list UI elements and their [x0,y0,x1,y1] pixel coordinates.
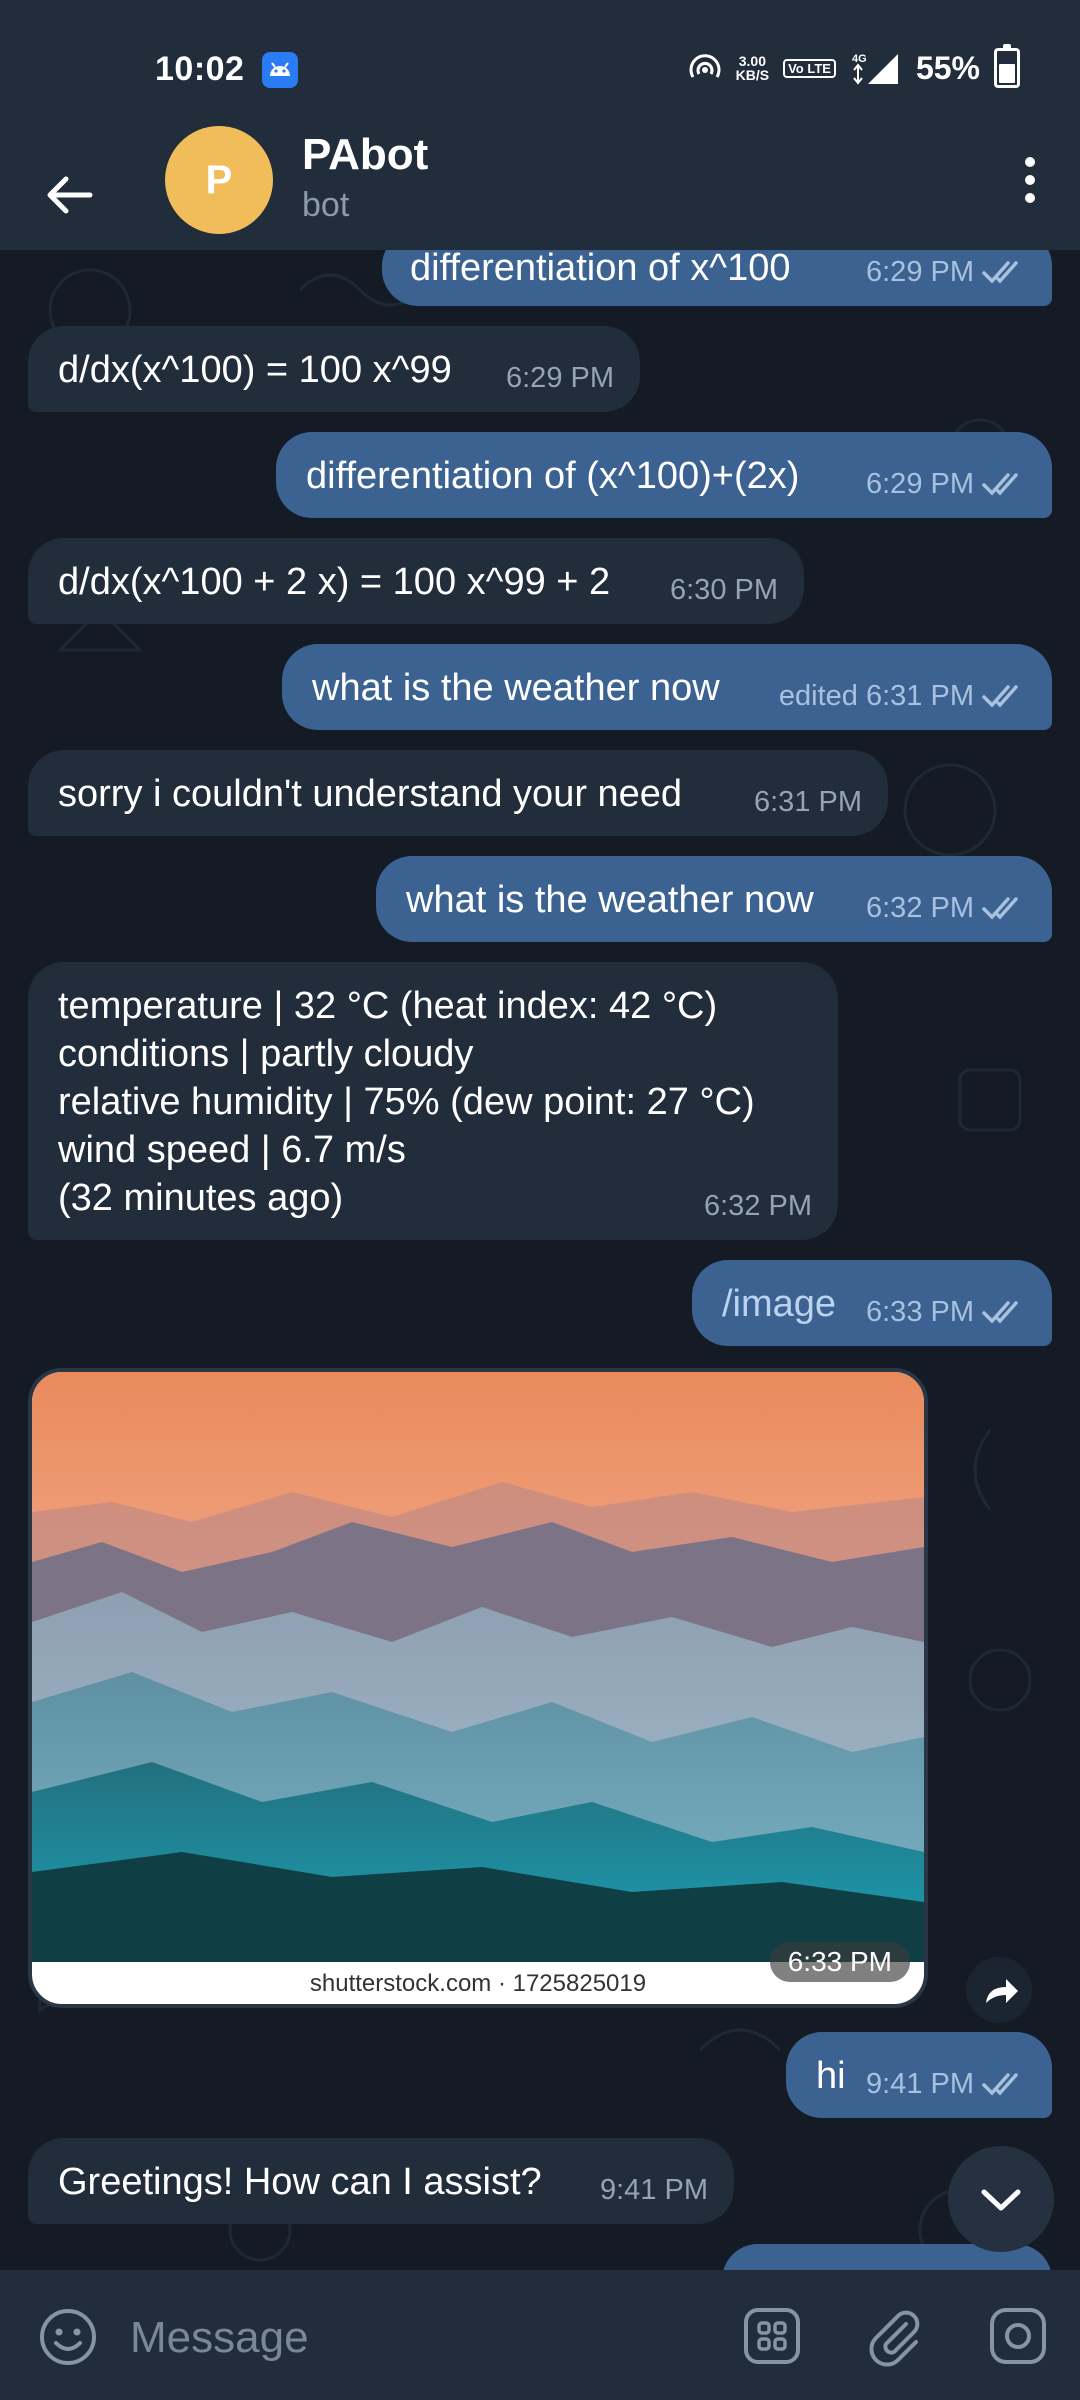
network-speed: 3.00 KB/S [735,53,770,83]
message-outgoing[interactable]: what is the weather now edited 6:31 PM [282,644,1052,730]
back-arrow-icon[interactable] [40,165,100,225]
image-message[interactable]: shutterstock.com · 1725825019 6:33 PM [28,1368,928,2008]
message-meta: 6:29 PM [866,460,1026,508]
emoji-icon[interactable] [36,2305,100,2369]
chevron-down-icon [981,2189,1021,2211]
volte-badge: Vo LTE [783,58,836,78]
hotspot-icon [689,54,721,78]
message-composer [0,2270,1080,2400]
message-outgoing[interactable]: /image 6:33 PM [692,1260,1052,1346]
bot-commands-icon[interactable] [740,2304,804,2368]
weather-message[interactable]: temperature | 32 °C (heat index: 42 °C) … [28,962,838,1240]
share-button[interactable] [966,1957,1032,2023]
chat-title[interactable]: PAbot [302,130,428,180]
message-incoming[interactable]: Greetings! How can I assist? 9:41 PM [28,2138,734,2224]
message-meta: 6:29 PM [866,250,1026,296]
share-arrow-icon [986,1979,1018,2003]
double-check-icon [982,1301,1018,1324]
message-meta: 6:33 PM [866,1288,1026,1336]
chat-subtitle: bot [302,186,350,224]
message-list: differentiation of x^100 6:29 PM d/dx(x^… [0,250,1080,2270]
message-incoming[interactable]: d/dx(x^100) = 100 x^99 6:29 PM [28,326,640,412]
message-incoming[interactable]: sorry i couldn't understand your need 6:… [28,750,888,836]
message-time: 6:29 PM [506,362,614,394]
message-time: 9:41 PM [600,2174,708,2206]
message-meta: edited 6:31 PM [779,672,1026,720]
message-meta: 6:32 PM [866,884,1026,932]
avatar[interactable]: P [165,126,273,234]
message-input[interactable] [128,2302,692,2374]
message-outgoing[interactable]: differentiation of (x^100)+(2x) 6:29 PM [276,432,1052,518]
double-check-icon [982,473,1018,496]
double-check-icon [982,897,1018,920]
double-check-icon [982,685,1018,708]
image-time: 6:33 PM [769,1942,910,1982]
svg-text:4G: 4G [852,53,867,65]
message-outgoing[interactable]: hi 9:41 PM [786,2032,1052,2118]
message-meta: 9:41 PM [866,2060,1026,2108]
android-notification-icon [262,52,298,88]
status-indicators: 3.00 KB/S Vo LTE 4G 55% [688,44,1020,88]
double-check-icon [982,261,1018,284]
landscape-photo [32,1372,924,1962]
message-outgoing[interactable]: differentiation of x^100 6:29 PM [382,250,1052,306]
scroll-to-bottom-button[interactable] [948,2146,1054,2252]
paperclip-icon[interactable] [862,2304,926,2368]
more-options-icon[interactable] [1010,150,1050,210]
signal-icon: 4G [852,53,898,85]
message-time: 6:31 PM [754,786,862,818]
battery-icon [994,44,1020,88]
message-incoming[interactable]: d/dx(x^100 + 2 x) = 100 x^99 + 2 6:30 PM [28,538,804,624]
chat-header [0,140,1080,250]
message-outgoing[interactable]: what is the weather now 6:32 PM [376,856,1052,942]
status-bar: 10:02 3.00 KB/S Vo LTE 4G 55% [0,0,1080,140]
double-check-icon [982,2073,1018,2096]
camera-icon[interactable] [986,2304,1050,2368]
message-time: 6:30 PM [670,574,778,606]
message-time: 6:32 PM [704,1190,812,1222]
status-time: 10:02 [155,50,245,88]
battery-percent: 55% [915,49,980,86]
